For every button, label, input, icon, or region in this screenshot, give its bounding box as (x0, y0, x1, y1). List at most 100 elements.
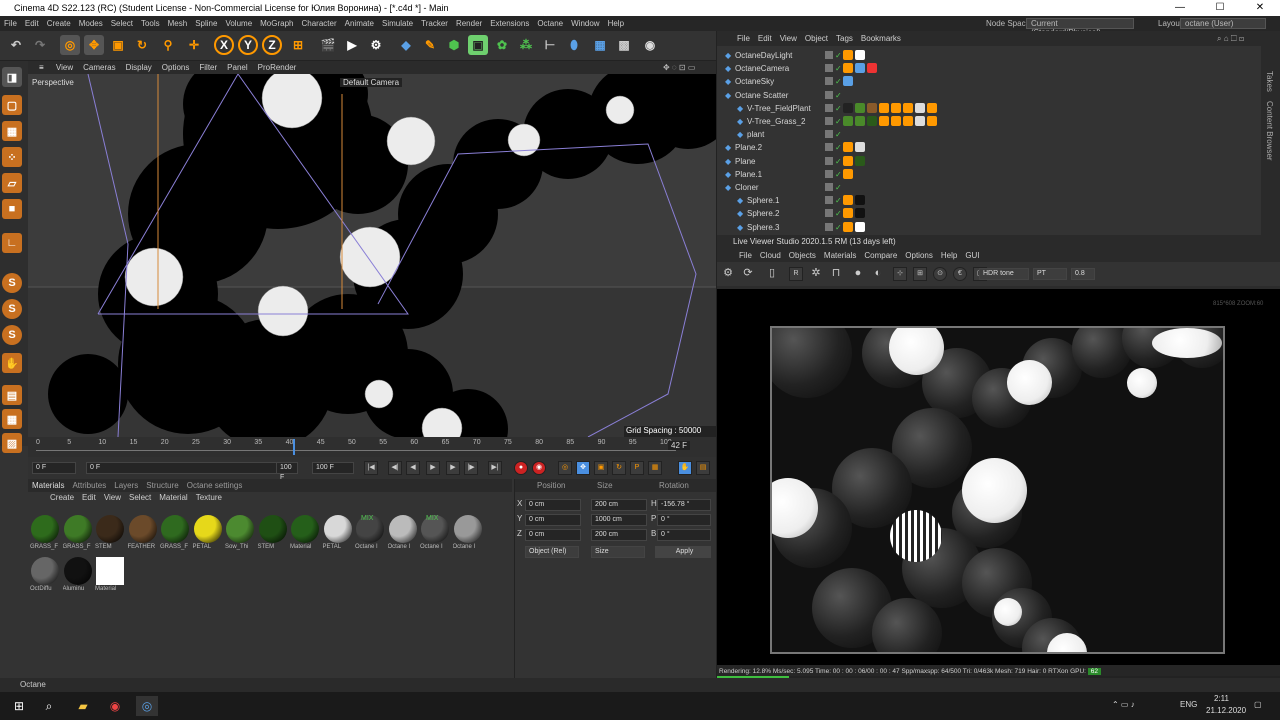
viewport-menu-panel[interactable]: Panel (222, 63, 252, 72)
object-tag-icon[interactable] (927, 102, 937, 113)
points-mode-icon[interactable]: ⁘ (2, 147, 22, 167)
menu-simulate[interactable]: Simulate (378, 16, 417, 31)
clock-time[interactable]: 2:11 (1214, 694, 1229, 703)
visibility-toggle[interactable] (825, 90, 833, 99)
key-rotation-icon[interactable]: ↻ (612, 461, 626, 475)
enabled-check-icon[interactable]: ✓ (835, 49, 842, 62)
size-field[interactable]: 1000 cm (591, 514, 647, 526)
enabled-check-icon[interactable]: ✓ (835, 75, 842, 88)
object-row[interactable]: ◆ Plane.2 ✓ (725, 141, 1265, 154)
object-tag-icon[interactable] (843, 208, 853, 219)
floor-icon[interactable]: ▦ (590, 35, 610, 55)
y-axis-icon[interactable]: Y (238, 35, 258, 55)
material-swatch[interactable]: GRASS_F (160, 515, 190, 553)
object-tag-icon[interactable] (855, 155, 865, 166)
position-field[interactable]: 0 cm (525, 529, 581, 541)
pick-focus-icon[interactable]: ⊹ (893, 267, 907, 281)
lv-menu-help[interactable]: Help (937, 251, 961, 260)
obj-menu-bookmarks[interactable]: Bookmarks (857, 34, 905, 43)
chrome-icon[interactable]: ◉ (104, 696, 126, 716)
object-tag-icon[interactable] (855, 50, 865, 60)
lv-menu-gui[interactable]: GUI (961, 251, 983, 260)
object-tag-icon[interactable] (855, 221, 865, 232)
region-render-icon[interactable]: R (789, 267, 803, 281)
solo-off-icon[interactable]: ▦ (2, 409, 22, 429)
field-icon[interactable]: ⬮ (564, 35, 584, 55)
object-tag-icon[interactable] (891, 102, 901, 113)
object-row[interactable]: ◆ plant ✓ (725, 128, 1265, 141)
size-field[interactable]: 200 cm (591, 499, 647, 511)
rotation-field[interactable]: 0 ° (657, 514, 711, 526)
object-tag-icon[interactable] (855, 63, 865, 74)
record-icon[interactable]: ● (514, 461, 528, 475)
object-tag-icon[interactable] (855, 102, 865, 113)
side-tab-content-browser[interactable]: Content Browser (1265, 101, 1274, 161)
object-tag-icon[interactable] (855, 116, 865, 126)
quantize-icon[interactable]: S (2, 325, 22, 345)
goto-end-icon[interactable]: ▶| (488, 461, 502, 475)
timeline-window-icon[interactable]: ▤ (696, 461, 710, 475)
viewport-menu-icon[interactable]: ≡ (34, 63, 49, 72)
effector-icon[interactable]: ⁂ (516, 35, 536, 55)
object-row[interactable]: ◆ OctaneCamera ✓ (725, 62, 1265, 75)
undo-icon[interactable]: ↶ (6, 35, 26, 55)
menu-render[interactable]: Render (452, 16, 486, 31)
object-tag-icon[interactable] (843, 102, 853, 113)
visibility-toggle[interactable] (825, 64, 833, 73)
search-icon[interactable]: ⌕ (38, 696, 60, 716)
restart-render-icon[interactable]: ⟳ (741, 267, 755, 281)
half-sphere-icon[interactable]: ◐ (871, 267, 885, 281)
side-tab-takes[interactable]: Takes (1265, 71, 1274, 92)
menu-spline[interactable]: Spline (191, 16, 221, 31)
object-tag-icon[interactable] (843, 116, 853, 126)
object-tag-icon[interactable] (927, 116, 937, 126)
material-swatch[interactable]: GRASS_F (63, 515, 93, 553)
prev-frame-icon[interactable]: ◀ (406, 461, 420, 475)
tab-materials[interactable]: Materials (28, 481, 68, 490)
object-tag-icon[interactable] (915, 116, 925, 126)
object-tag-icon[interactable] (903, 116, 913, 126)
deformer-icon[interactable]: ⊢ (540, 35, 560, 55)
material-swatch[interactable]: GRASS_F (30, 515, 60, 553)
goto-start-icon[interactable]: |◀ (364, 461, 378, 475)
object-tag-icon[interactable] (879, 102, 889, 113)
language-indicator[interactable]: ENG (1180, 700, 1197, 709)
menu-window[interactable]: Window (567, 16, 603, 31)
cloner-icon[interactable]: ▣ (468, 35, 488, 55)
visibility-toggle[interactable] (825, 196, 833, 205)
enabled-check-icon[interactable]: ✓ (835, 128, 842, 141)
texture-mode-icon[interactable]: ▦ (2, 121, 22, 141)
lv-menu-cloud[interactable]: Cloud (756, 251, 785, 260)
mat-menu-material[interactable]: Material (155, 493, 191, 502)
apply-button[interactable]: Apply (655, 546, 711, 558)
enabled-check-icon[interactable]: ✓ (835, 141, 842, 154)
lv-menu-objects[interactable]: Objects (785, 251, 820, 260)
object-row[interactable]: ◆ Cloner ✓ (725, 181, 1265, 194)
material-swatch[interactable]: PETAL (193, 515, 223, 553)
rotation-field[interactable]: -156.78 ° (657, 499, 711, 511)
mat-menu-edit[interactable]: Edit (78, 493, 100, 502)
menu-mesh[interactable]: Mesh (164, 16, 192, 31)
keyframe-selection-icon[interactable]: ◎ (558, 461, 572, 475)
send-scene-icon[interactable]: ⚙ (721, 267, 735, 281)
cube-icon[interactable]: ◆ (396, 35, 416, 55)
notification-icon[interactable]: ▢ (1254, 700, 1262, 709)
light-icon[interactable]: ◉ (640, 35, 660, 55)
tab-attributes[interactable]: Attributes (68, 481, 110, 490)
enabled-check-icon[interactable]: ✓ (835, 221, 842, 234)
global-icon[interactable]: € (953, 267, 967, 281)
layout-select[interactable]: octane (User) (1180, 18, 1266, 29)
file-explorer-icon[interactable]: ▰ (72, 696, 94, 716)
object-row[interactable]: ◆ V-Tree_Grass_2 ✓ (725, 115, 1265, 128)
close-button[interactable]: ✕ (1240, 0, 1280, 16)
minimize-button[interactable]: — (1160, 0, 1200, 16)
multi-tool-icon[interactable]: ✛ (184, 35, 204, 55)
obj-menu-file[interactable]: File (733, 34, 754, 43)
lv-menu-options[interactable]: Options (901, 251, 937, 260)
exposure-field[interactable]: 0.8 (1071, 268, 1095, 280)
live-viewer-canvas[interactable]: 815*608 ZOOM:60 (717, 289, 1280, 665)
coordinate-system-icon[interactable]: ⊞ (288, 35, 308, 55)
object-search-icons[interactable]: ⌕ ⌂ ☐ ⊡ (1213, 31, 1248, 46)
object-tag-icon[interactable] (915, 102, 925, 113)
motion-system-icon[interactable]: ✋ (678, 461, 692, 475)
